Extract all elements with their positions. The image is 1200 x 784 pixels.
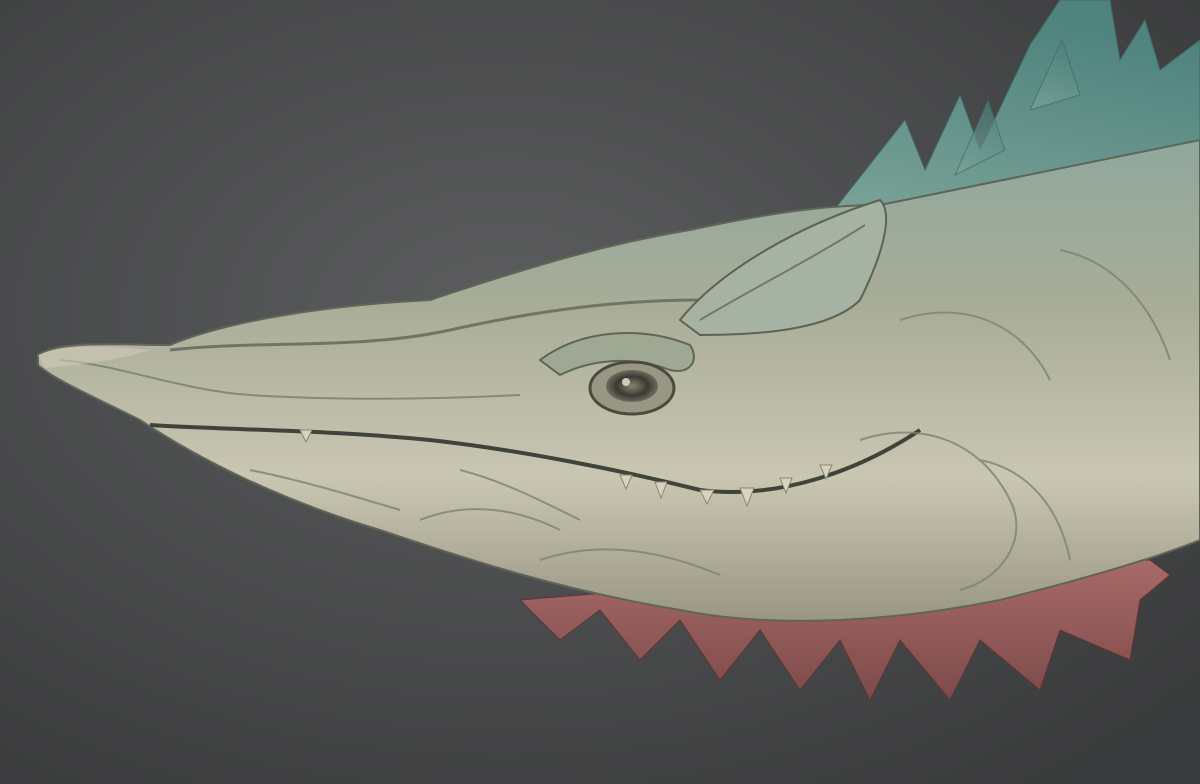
eye xyxy=(588,360,676,416)
render-viewport xyxy=(0,0,1200,784)
creature-sculpture xyxy=(37,0,1200,702)
